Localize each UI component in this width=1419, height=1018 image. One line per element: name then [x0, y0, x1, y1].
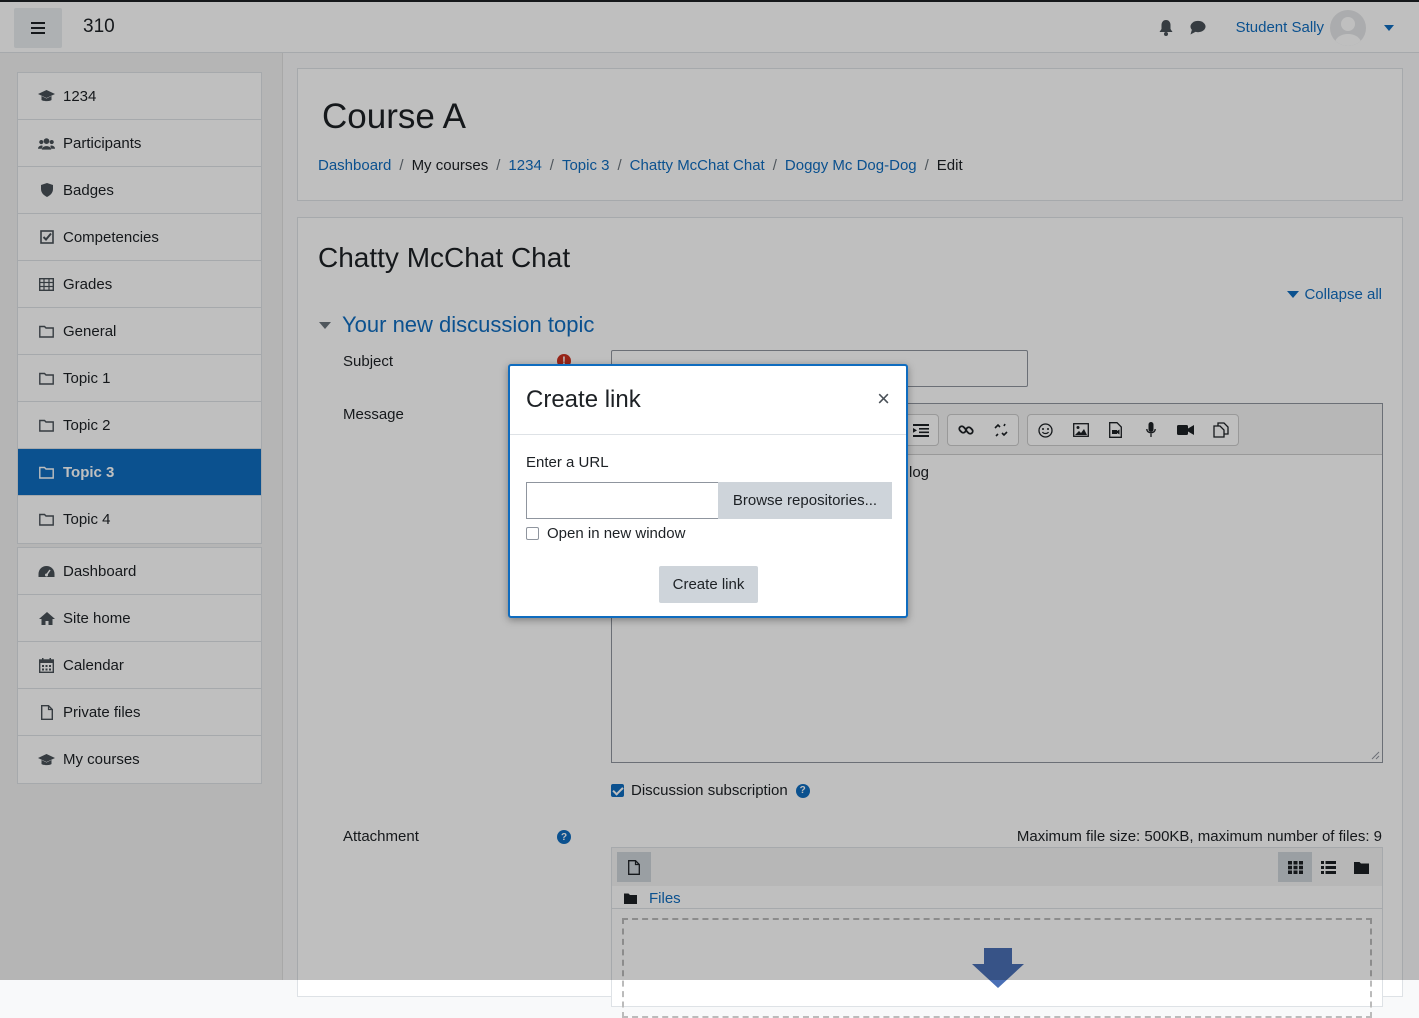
- close-icon[interactable]: ×: [877, 388, 890, 410]
- new-window-row: Open in new window: [526, 525, 685, 542]
- dialog-header: Create link ×: [510, 366, 906, 435]
- url-label: Enter a URL: [526, 454, 609, 471]
- new-window-label: Open in new window: [547, 525, 686, 542]
- url-input[interactable]: [526, 482, 719, 519]
- create-link-dialog: Create link × Enter a URL Browse reposit…: [508, 364, 908, 618]
- dialog-title: Create link: [526, 386, 641, 413]
- create-link-button[interactable]: Create link: [659, 566, 758, 603]
- new-window-checkbox[interactable]: [526, 527, 539, 540]
- browse-repositories-button[interactable]: Browse repositories...: [718, 482, 892, 519]
